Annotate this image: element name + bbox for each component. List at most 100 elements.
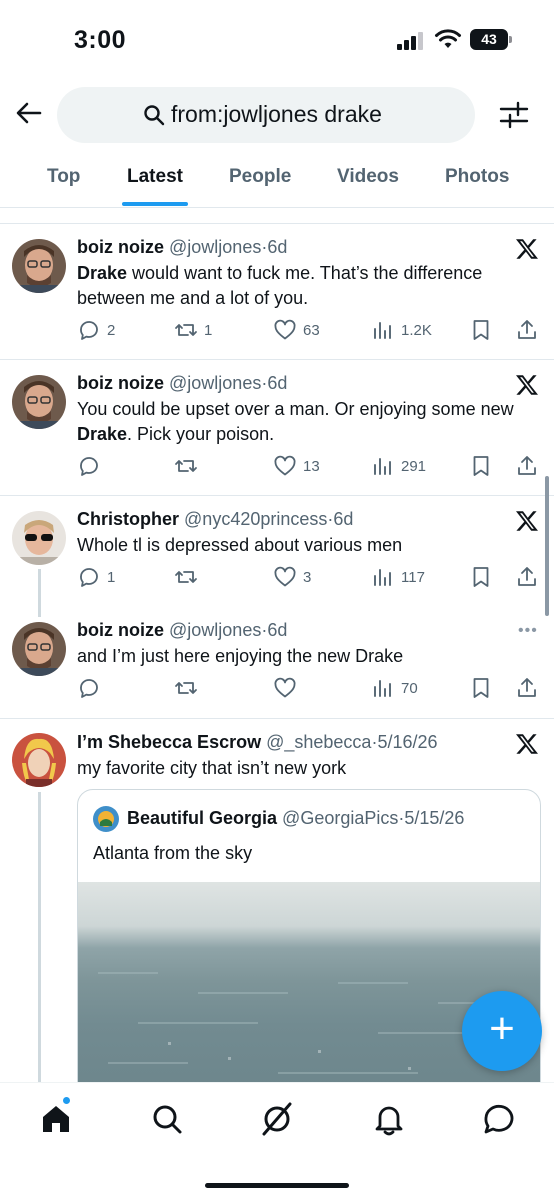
share-button[interactable]	[515, 563, 539, 591]
plus-icon: +	[489, 1004, 515, 1053]
avatar[interactable]	[12, 239, 66, 293]
author-name[interactable]: I’m Shebecca Escrow	[77, 732, 261, 752]
reply-button[interactable]: 1	[77, 563, 115, 591]
share-button[interactable]	[515, 674, 539, 702]
more-options-button[interactable]: •••	[518, 622, 538, 640]
avatar[interactable]	[12, 511, 66, 565]
like-count: 63	[303, 321, 320, 339]
notifications-icon[interactable]	[371, 1101, 407, 1137]
like-button[interactable]: 63	[273, 316, 320, 344]
share-icon	[518, 678, 536, 697]
share-button[interactable]	[515, 452, 539, 480]
bookmark-icon	[473, 320, 489, 340]
like-icon	[274, 319, 296, 340]
tweet[interactable]: Christopher @nyc420princess·6d Whole tl …	[0, 496, 554, 617]
author-name[interactable]: boiz noize	[77, 373, 164, 393]
share-button[interactable]	[515, 316, 539, 344]
tab-videos[interactable]: Videos	[337, 166, 399, 188]
tweet[interactable]: boiz noize @jowljones·6d Drake would wan…	[0, 224, 554, 359]
tweet-header: boiz noize @jowljones·6d	[77, 373, 287, 394]
like-count: 13	[303, 457, 320, 475]
bookmark-button[interactable]	[469, 452, 493, 480]
battery-level: 43	[481, 31, 497, 47]
explore-icon[interactable]	[149, 1101, 185, 1137]
reply-button[interactable]	[77, 452, 107, 480]
tab-people[interactable]: People	[229, 166, 291, 188]
retweet-button[interactable]	[174, 674, 204, 702]
search-header: from:jowljones drake	[0, 80, 554, 150]
tab-latest[interactable]: Latest	[127, 166, 183, 188]
filter-icon[interactable]	[498, 99, 530, 131]
retweet-button[interactable]	[174, 563, 204, 591]
compose-button[interactable]: +	[462, 991, 542, 1071]
avatar[interactable]	[12, 622, 66, 676]
search-tabs: Top Latest People Videos Photos	[0, 150, 554, 208]
tweet-actions: 1 3 117	[77, 563, 547, 591]
author-handle[interactable]: @jowljones	[169, 620, 261, 640]
author-name[interactable]: boiz noize	[77, 237, 164, 257]
quote-avatar	[93, 806, 119, 832]
bookmark-button[interactable]	[469, 316, 493, 344]
author-handle[interactable]: @jowljones	[169, 373, 261, 393]
reply-icon	[80, 321, 98, 340]
messages-icon[interactable]	[481, 1101, 517, 1137]
author-handle[interactable]: @nyc420princess	[184, 509, 327, 529]
thread-line	[38, 792, 41, 1083]
status-bar: 3:00 43	[0, 0, 554, 80]
x-logo-icon	[516, 734, 538, 754]
search-input[interactable]: from:jowljones drake	[57, 87, 475, 143]
tweet-text: my favorite city that isn’t new york	[77, 758, 347, 778]
reply-count: 1	[107, 568, 116, 586]
author-handle[interactable]: @jowljones	[169, 237, 261, 257]
tweet-text-post: . Pick your poison.	[127, 424, 275, 444]
reply-button[interactable]: 2	[77, 316, 115, 344]
tweet-actions: 2 1 63 1.2K	[77, 316, 547, 344]
reply-count: 2	[107, 321, 116, 339]
reply-button[interactable]	[77, 674, 107, 702]
retweet-button[interactable]	[174, 452, 204, 480]
tweet-header: boiz noize @jowljones·6d	[77, 237, 287, 258]
quote-header: Beautiful Georgia @GeorgiaPics·5/15/26	[127, 808, 464, 829]
tweet-time: 6d	[267, 373, 288, 393]
home-icon[interactable]	[38, 1101, 74, 1137]
grok-icon[interactable]	[259, 1101, 295, 1137]
cellular-signal-icon	[397, 32, 425, 50]
views-icon	[374, 680, 391, 697]
tab-photos[interactable]: Photos	[445, 166, 509, 188]
avatar[interactable]	[12, 375, 66, 429]
reply-icon	[80, 679, 98, 698]
views-button[interactable]: 70	[371, 674, 418, 702]
reply-icon	[80, 457, 98, 476]
bookmark-button[interactable]	[469, 563, 493, 591]
like-button[interactable]: 3	[273, 563, 311, 591]
quote-text: Atlanta from the sky	[93, 843, 253, 863]
tweet-actions: 13 291	[77, 452, 547, 480]
tweet-text: and I’m just here enjoying the new Drake	[77, 646, 404, 666]
like-icon	[274, 566, 296, 587]
like-icon	[274, 677, 296, 698]
back-arrow-icon[interactable]	[14, 98, 44, 128]
tweet[interactable]: boiz noize @jowljones·6d You could be up…	[0, 360, 554, 495]
tab-top[interactable]: Top	[47, 166, 80, 188]
views-button[interactable]: 291	[371, 452, 426, 480]
retweet-button[interactable]: 1	[174, 316, 212, 344]
share-icon	[518, 567, 536, 586]
views-button[interactable]: 117	[371, 563, 425, 591]
bookmark-button[interactable]	[469, 674, 493, 702]
scrollbar[interactable]	[545, 476, 549, 616]
views-button[interactable]: 1.2K	[371, 316, 432, 344]
author-name[interactable]: boiz noize	[77, 620, 164, 640]
view-count: 70	[401, 679, 418, 697]
like-button[interactable]: 13	[273, 452, 320, 480]
tweet[interactable]: boiz noize @jowljones·6d ••• and I’m jus…	[0, 608, 554, 718]
view-count: 117	[401, 568, 425, 586]
bookmark-icon	[473, 456, 489, 476]
author-handle[interactable]: @_shebecca	[266, 732, 371, 752]
highlighted-term: Drake	[77, 263, 128, 283]
author-name[interactable]: Christopher	[77, 509, 179, 529]
x-logo-icon	[516, 375, 538, 395]
avatar[interactable]	[12, 733, 66, 787]
views-icon	[374, 569, 391, 586]
view-count: 291	[401, 457, 427, 475]
like-button[interactable]	[273, 674, 303, 702]
